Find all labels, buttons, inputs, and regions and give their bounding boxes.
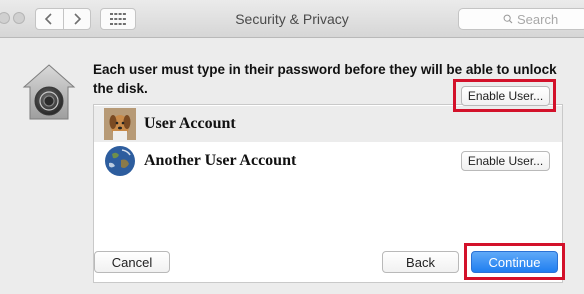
user-name: Another User Account bbox=[144, 152, 297, 169]
earth-avatar-icon bbox=[104, 145, 136, 177]
enable-user-button[interactable]: Enable User... bbox=[461, 151, 550, 171]
user-name: User Account bbox=[144, 115, 236, 132]
continue-button[interactable]: Continue bbox=[471, 251, 558, 273]
cancel-button[interactable]: Cancel bbox=[94, 251, 170, 273]
filevault-lock-icon bbox=[22, 64, 76, 120]
search-icon bbox=[503, 14, 513, 24]
search-field[interactable] bbox=[458, 8, 584, 30]
enable-user-button[interactable]: Enable User... bbox=[461, 86, 550, 106]
back-button[interactable]: Back bbox=[382, 251, 459, 273]
search-input[interactable] bbox=[517, 11, 584, 27]
window-titlebar: Security & Privacy bbox=[0, 0, 584, 38]
dog-avatar-icon bbox=[104, 108, 136, 140]
user-row[interactable]: User Account bbox=[94, 106, 562, 142]
